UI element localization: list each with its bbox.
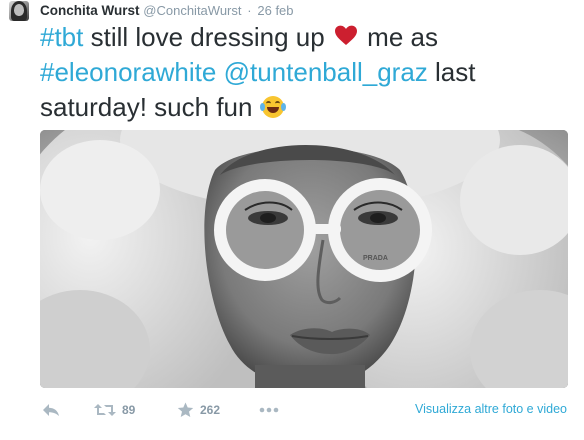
avatar[interactable]: [9, 1, 29, 21]
reply-button[interactable]: [42, 399, 60, 421]
tweet-text: #tbt still love dressing up me as #eleono…: [40, 20, 570, 125]
hashtag-tbt[interactable]: #tbt: [40, 22, 83, 52]
tweet-text-part-3: last: [427, 57, 476, 87]
hashtag-eleonorawhite[interactable]: #eleonorawhite: [40, 57, 216, 87]
reply-icon: [42, 403, 60, 417]
author-name[interactable]: Conchita Wurst: [40, 3, 140, 18]
tears-of-joy-emoji-icon: [259, 96, 286, 118]
retweet-icon: [94, 403, 116, 417]
tweet-text-part-4: saturday! such fun: [40, 92, 260, 122]
more-dots-icon: [259, 407, 279, 413]
favorite-button[interactable]: 262: [177, 399, 220, 421]
tweet-text-part-2: me as: [359, 22, 438, 52]
mention-tuntenball-graz[interactable]: @tuntenball_graz: [224, 57, 428, 87]
glasses-watermark: PRADA: [363, 255, 388, 262]
tweet: Conchita Wurst @ConchitaWurst · 26 feb #…: [0, 0, 584, 440]
view-more-media-link[interactable]: Visualizza altre foto e video: [415, 402, 567, 416]
favorite-star-icon: [177, 402, 194, 418]
retweet-button[interactable]: 89: [94, 399, 135, 421]
tweet-photo[interactable]: PRADA: [40, 130, 568, 388]
author-handle[interactable]: @ConchitaWurst: [143, 3, 241, 18]
tweet-timestamp[interactable]: 26 feb: [257, 3, 293, 18]
retweet-count: 89: [122, 403, 136, 417]
tweet-header: Conchita Wurst @ConchitaWurst · 26 feb: [40, 2, 294, 20]
favorite-count: 262: [200, 403, 221, 417]
tweet-actions: 89 262 Visualizza altre foto e video: [40, 399, 570, 421]
tweet-text-part-1: still love dressing up: [83, 22, 332, 52]
more-button[interactable]: [259, 399, 279, 421]
heart-emoji-icon: [334, 20, 358, 55]
header-separator: ·: [247, 3, 252, 18]
photo-portrait: PRADA: [40, 130, 568, 388]
